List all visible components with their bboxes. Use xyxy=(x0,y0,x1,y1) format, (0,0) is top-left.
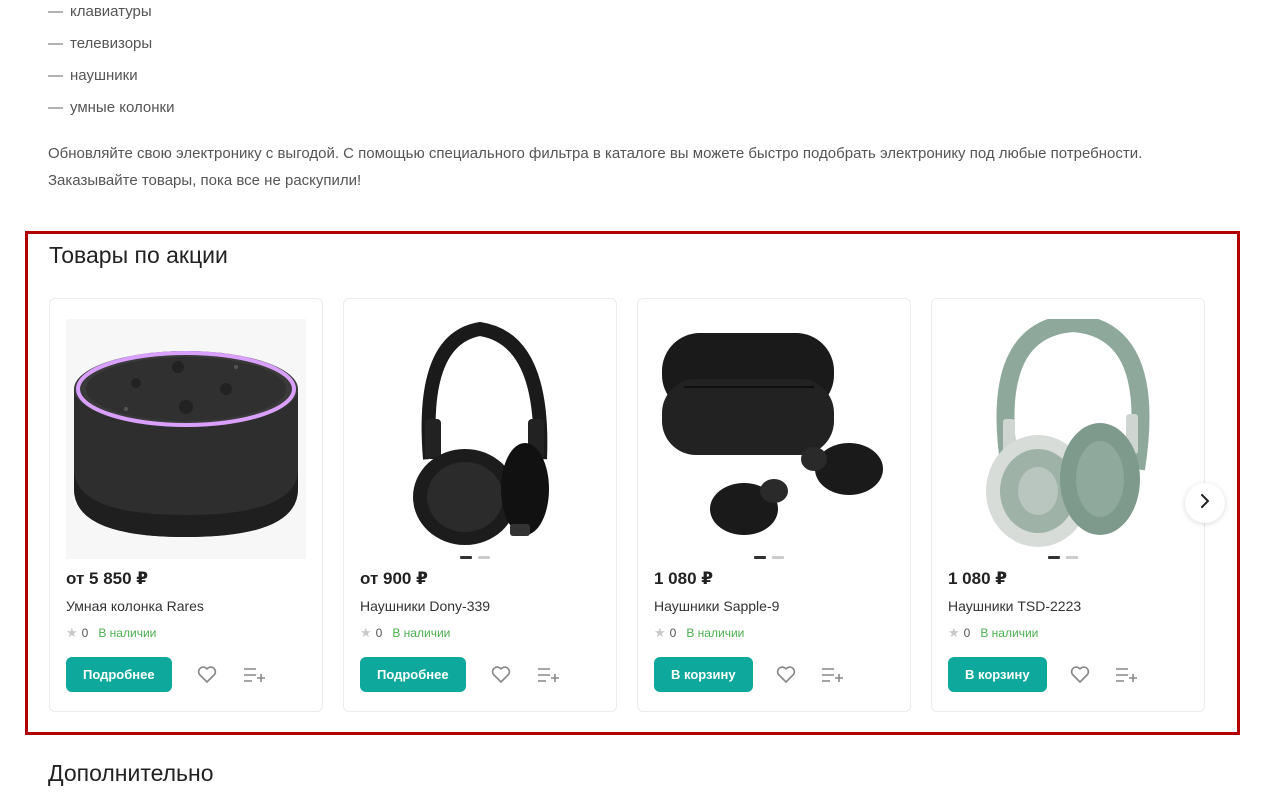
chevron-right-icon xyxy=(1199,493,1211,513)
section-title-more: Дополнительно xyxy=(48,760,214,786)
category-list: — клавиатуры — телевизоры — наушники — умные… xyxy=(48,0,174,128)
rating-count: 0 xyxy=(81,626,89,640)
product-card[interactable]: от 900 ₽ Наушники Dony-339 ★ 0 В наличии… xyxy=(343,298,617,712)
heart-icon[interactable] xyxy=(1069,664,1091,686)
product-name[interactable]: Наушники TSD-2223 xyxy=(948,598,1081,614)
product-image[interactable] xyxy=(66,319,306,559)
intro-text: Обновляйте свою электронику с выгодой. С… xyxy=(48,145,1143,189)
list-item[interactable]: — умные колонки xyxy=(48,96,174,128)
product-meta: ★ 0 В наличии xyxy=(360,625,450,641)
carousel-next-button[interactable] xyxy=(1185,483,1225,523)
rating-count: 0 xyxy=(963,626,971,640)
product-price: 1 080 ₽ xyxy=(654,569,714,588)
product-meta: ★ 0 В наличии xyxy=(66,625,156,641)
add-to-cart-button[interactable]: В корзину xyxy=(948,657,1047,692)
product-image[interactable] xyxy=(360,319,600,559)
promo-section: Товары по акции от 5 850 ₽ Умная колонка… xyxy=(25,231,1240,735)
compare-list-icon[interactable] xyxy=(1114,664,1138,686)
heart-icon[interactable] xyxy=(196,664,218,686)
product-card[interactable]: 1 080 ₽ Наушники TSD-2223 ★ 0 В наличии … xyxy=(931,298,1205,712)
add-to-cart-button[interactable]: В корзину xyxy=(654,657,753,692)
compare-list-icon[interactable] xyxy=(820,664,844,686)
list-item[interactable]: — телевизоры xyxy=(48,32,174,64)
promo-title: Товары по акции xyxy=(49,242,228,268)
compare-list-icon[interactable] xyxy=(536,664,560,686)
product-image[interactable] xyxy=(654,319,894,559)
product-image[interactable] xyxy=(948,319,1188,559)
product-card[interactable]: 1 080 ₽ Наушники Sapple-9 ★ 0 В наличии … xyxy=(637,298,911,712)
details-button[interactable]: Подробнее xyxy=(66,657,172,692)
star-icon: ★ xyxy=(654,625,666,640)
star-icon: ★ xyxy=(948,625,960,640)
product-name[interactable]: Наушники Dony-339 xyxy=(360,598,490,614)
product-card[interactable]: от 5 850 ₽ Умная колонка Rares ★ 0 В нал… xyxy=(49,298,323,712)
product-meta: ★ 0 В наличии xyxy=(654,625,744,641)
product-price: 1 080 ₽ xyxy=(948,569,1008,588)
rating-count: 0 xyxy=(669,626,677,640)
list-item[interactable]: — клавиатуры xyxy=(48,0,174,32)
stock-status: В наличии xyxy=(98,626,157,640)
heart-icon[interactable] xyxy=(490,664,512,686)
list-item[interactable]: — наушники xyxy=(48,64,174,96)
star-icon: ★ xyxy=(66,625,78,640)
product-name[interactable]: Наушники Sapple-9 xyxy=(654,598,779,614)
product-price: от 900 ₽ xyxy=(360,569,428,588)
compare-list-icon[interactable] xyxy=(242,664,266,686)
rating-count: 0 xyxy=(375,626,383,640)
stock-status: В наличии xyxy=(686,626,745,640)
product-meta: ★ 0 В наличии xyxy=(948,625,1038,641)
page: — клавиатуры — телевизоры — наушники — умные… xyxy=(0,0,1264,805)
product-name[interactable]: Умная колонка Rares xyxy=(66,598,204,614)
product-price: от 5 850 ₽ xyxy=(66,569,149,588)
star-icon: ★ xyxy=(360,625,372,640)
stock-status: В наличии xyxy=(392,626,451,640)
heart-icon[interactable] xyxy=(775,664,797,686)
stock-status: В наличии xyxy=(980,626,1039,640)
details-button[interactable]: Подробнее xyxy=(360,657,466,692)
